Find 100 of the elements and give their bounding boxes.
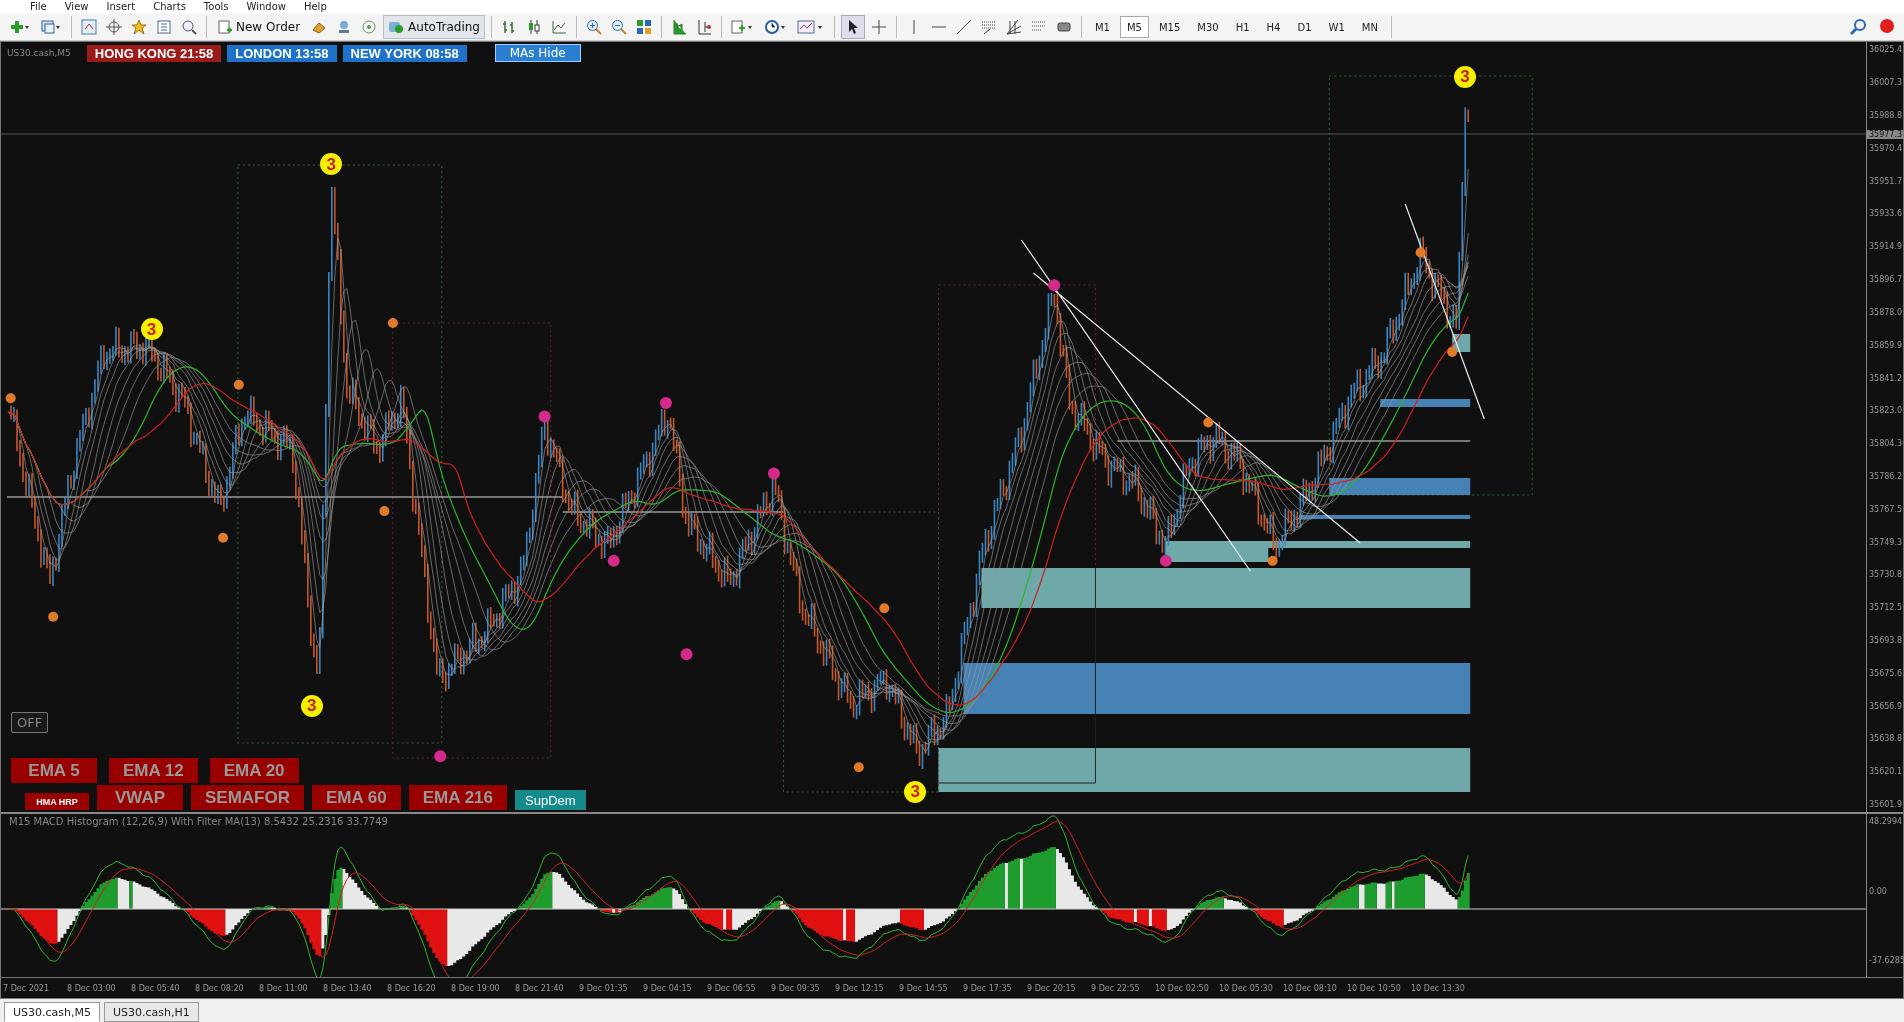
auto-trading-button[interactable]: AutoTrading <box>383 15 485 40</box>
indicator-button[interactable]: HMA HRP <box>25 793 89 811</box>
price-label: 35804.3 <box>1868 439 1903 449</box>
price-label: 35841.2 <box>1868 373 1903 383</box>
order-plus-icon <box>218 20 232 35</box>
play-robot-icon <box>388 20 405 35</box>
time-label: 8 Dec 05:40 <box>131 983 181 993</box>
off-button[interactable]: OFF <box>11 712 49 734</box>
semafor-marker: 3 <box>1454 65 1477 88</box>
price-label: 35823.0 <box>1868 406 1903 416</box>
menu-item[interactable]: Insert <box>106 0 136 14</box>
semafor-marker: 3 <box>320 153 343 176</box>
price-label: 35914.9 <box>1868 242 1903 252</box>
chart-tab[interactable]: US30.cash,M5 <box>4 1002 100 1022</box>
time-label: 8 Dec 16:20 <box>387 983 437 993</box>
swing-point-dot <box>1203 417 1214 428</box>
timeframe-button[interactable]: D1 <box>1290 16 1319 39</box>
price-label: 35620.1 <box>1868 767 1903 777</box>
price-label: 35859.9 <box>1868 340 1903 350</box>
time-label: 7 Dec 2021 <box>3 983 50 993</box>
price-label: 35693.8 <box>1868 636 1903 645</box>
price-label: 35638.8 <box>1868 734 1903 744</box>
time-label: 9 Dec 12:15 <box>835 983 885 993</box>
time-label: 8 Dec 21:40 <box>515 983 565 993</box>
menu-item[interactable]: Help <box>303 0 327 14</box>
indicator-title: M15 MACD Histogram (12,26,9) With Filter MA(13) 8.5432 25.2316 33.7749 <box>9 816 388 828</box>
swing-point-dot <box>767 467 780 480</box>
macd-axis-label: 0.00 <box>1868 886 1888 896</box>
swing-point-dot <box>1159 555 1172 568</box>
timeframe-button[interactable]: M30 <box>1190 16 1226 39</box>
menu-item[interactable]: Tools <box>203 0 229 14</box>
price-label: 35878.0 <box>1868 307 1903 317</box>
price-label: 35675.6 <box>1868 668 1903 678</box>
price-label: 35970.4 <box>1868 143 1903 153</box>
price-label: 36025.4 <box>1868 45 1903 55</box>
swing-point-dot <box>538 410 551 423</box>
time-label: 9 Dec 20:15 <box>1027 983 1077 993</box>
price-label: 35749.3 <box>1868 537 1903 547</box>
time-label: 9 Dec 17:35 <box>963 983 1013 993</box>
session-clock: LONDON 13:58 <box>227 44 337 62</box>
swing-point-dot <box>233 380 244 391</box>
time-label: 10 Dec 08:10 <box>1283 983 1338 993</box>
macd-axis-label: 48.2994 <box>1868 817 1903 827</box>
swing-point-dot <box>680 648 693 661</box>
price-label: 35712.5 <box>1868 603 1903 613</box>
time-label: 9 Dec 06:55 <box>707 983 757 993</box>
price-label: 35656.9 <box>1868 701 1903 711</box>
swing-point-dot <box>5 393 16 404</box>
swing-point-dot <box>607 555 620 568</box>
mas-hide-button[interactable]: MAs Hide <box>494 44 581 63</box>
swing-point-dot <box>879 603 890 614</box>
time-label: 10 Dec 10:50 <box>1347 983 1402 993</box>
price-label: 35896.7 <box>1868 275 1903 285</box>
current-price-label: 35977.3 <box>1867 130 1904 140</box>
new-order-button[interactable]: New Order <box>213 15 306 40</box>
semafor-marker: 3 <box>904 780 927 803</box>
time-label: 8 Dec 11:00 <box>259 983 309 993</box>
swing-point-dot <box>1267 556 1278 567</box>
timeframe-button[interactable]: H4 <box>1259 16 1288 39</box>
swing-point-dot <box>387 318 398 329</box>
semafor-marker: 3 <box>300 694 323 717</box>
swing-point-dot <box>379 506 390 517</box>
timeframe-button[interactable]: W1 <box>1321 16 1352 39</box>
time-label: 9 Dec 14:55 <box>899 983 949 993</box>
price-label: 35730.8 <box>1868 570 1903 580</box>
price-label: 35988.8 <box>1868 111 1903 120</box>
time-label: 9 Dec 04:15 <box>643 983 693 993</box>
swing-point-dot <box>218 533 229 544</box>
indicator-button[interactable]: SupDem <box>515 790 586 811</box>
swing-point-dot <box>1415 247 1426 258</box>
chart-tab[interactable]: US30.cash,H1 <box>104 1002 199 1022</box>
swing-point-dot <box>1447 347 1458 358</box>
swing-point-dot <box>434 750 447 763</box>
time-label: 8 Dec 03:00 <box>67 983 117 993</box>
time-label: 9 Dec 09:35 <box>771 983 821 993</box>
timeframe-button[interactable]: M1 <box>1088 16 1117 39</box>
price-label: 35933.6 <box>1868 209 1903 219</box>
timeframe-button[interactable]: MN <box>1354 16 1385 39</box>
time-label: 8 Dec 08:20 <box>195 983 245 993</box>
time-label: 8 Dec 19:00 <box>451 983 501 993</box>
time-label: 10 Dec 02:50 <box>1155 983 1210 993</box>
timeframe-button[interactable]: H1 <box>1228 16 1257 39</box>
time-label: 10 Dec 05:30 <box>1219 983 1274 993</box>
menu-item[interactable]: File <box>30 0 47 14</box>
menu-item[interactable]: Window <box>246 0 286 14</box>
time-label: 8 Dec 13:40 <box>323 983 373 993</box>
swing-point-dot <box>1048 279 1061 292</box>
menu-item[interactable]: Charts <box>153 0 186 14</box>
price-label: 35951.7 <box>1868 176 1903 186</box>
swing-point-dot <box>853 762 864 773</box>
price-label: 35601.9 <box>1868 800 1903 810</box>
time-label: 10 Dec 13:30 <box>1411 983 1466 993</box>
cursor-icon[interactable] <box>841 15 865 40</box>
menu-item[interactable]: View <box>64 0 89 14</box>
chart-symbol: US30.cash,M5 <box>7 48 71 59</box>
price-label: 35786.2 <box>1868 471 1903 481</box>
swing-point-dot <box>48 612 59 623</box>
session-clock: NEW YORK 08:58 <box>342 44 467 62</box>
timeframe-button[interactable]: M15 <box>1152 16 1188 39</box>
timeframe-button[interactable]: M5 <box>1120 16 1149 39</box>
